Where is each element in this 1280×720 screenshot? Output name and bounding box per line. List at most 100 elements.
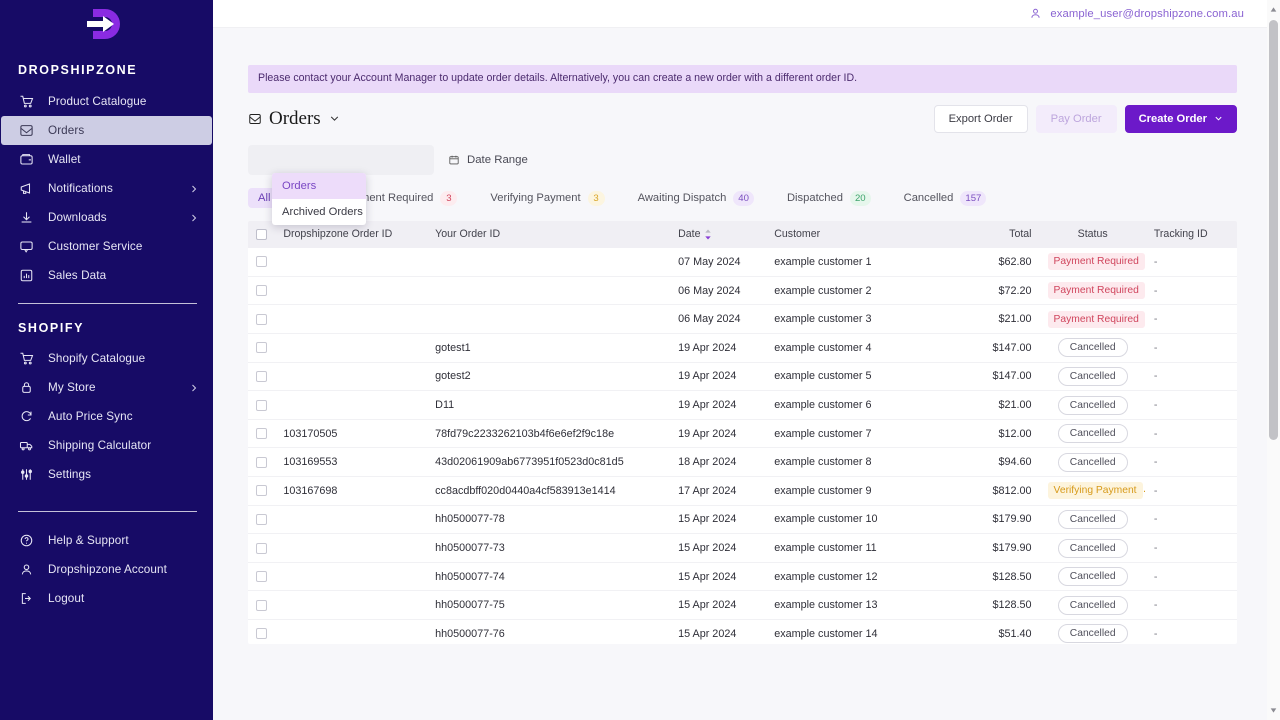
cell-customer: example customer 11 — [766, 533, 954, 563]
sidebar-item-downloads[interactable]: Downloads — [0, 203, 213, 232]
table-row[interactable]: gotest1 19 Apr 2024 example customer 4 $147… — [248, 333, 1237, 363]
sidebar-item-product-catalogue[interactable]: Product Catalogue — [0, 87, 213, 116]
orders-type-dropdown-menu: Orders Archived Orders — [272, 172, 366, 225]
row-select-cell — [248, 619, 276, 644]
cell-total: $21.00 — [953, 304, 1040, 335]
row-select-cell — [248, 276, 276, 306]
row-checkbox[interactable] — [256, 456, 267, 468]
megaphone-icon — [18, 180, 35, 197]
cell-status: Cancelled — [1039, 505, 1146, 535]
status-tab-awaiting-dispatch[interactable]: Awaiting Dispatch 40 — [628, 187, 764, 210]
table-row[interactable]: D11 19 Apr 2024 example customer 6 $21.00 Ca… — [248, 390, 1237, 420]
table-row[interactable]: hh0500077-76 15 Apr 2024 example customer … — [248, 619, 1237, 644]
table-row[interactable]: 06 May 2024 example customer 3 $21.00 Payme… — [248, 304, 1237, 335]
scroll-up-arrow-icon[interactable] — [1270, 6, 1277, 13]
table-row[interactable]: 07 May 2024 example customer 1 $62.80 Payme… — [248, 247, 1237, 277]
cell-your-order-id: gotest2 — [427, 362, 671, 392]
col-tracking-id[interactable]: Tracking ID — [1145, 220, 1237, 248]
col-dropshipzone-order-id[interactable]: Dropshipzone Order ID — [275, 220, 428, 248]
user-account-chip[interactable]: example_user@dropshipzone.com.au — [1029, 7, 1244, 20]
status-badge: Cancelled — [1057, 509, 1128, 529]
row-checkbox[interactable] — [256, 513, 267, 525]
date-range-picker[interactable]: Date Range — [448, 154, 528, 166]
select-all-checkbox[interactable] — [256, 228, 267, 240]
row-checkbox[interactable] — [256, 428, 267, 440]
scrollbar-thumb[interactable] — [1269, 20, 1278, 440]
logout-icon — [18, 590, 35, 607]
vertical-scrollbar[interactable] — [1267, 0, 1280, 720]
status-tab-dispatched[interactable]: Dispatched 20 — [777, 187, 881, 210]
col-total[interactable]: Total — [953, 220, 1040, 248]
dropdown-item-orders[interactable]: Orders — [272, 172, 366, 199]
sidebar-item-label: Notifications — [48, 182, 113, 195]
cell-tracking-id: - — [1145, 390, 1237, 420]
sidebar-item-label: Shipping Calculator — [48, 439, 152, 452]
orders-title-dropdown-trigger[interactable]: Orders — [248, 108, 340, 130]
cell-dropshipzone-order-id — [275, 505, 428, 535]
col-status[interactable]: Status — [1039, 220, 1146, 248]
cell-dropshipzone-order-id — [275, 390, 428, 420]
table-row[interactable]: hh0500077-75 15 Apr 2024 example customer … — [248, 590, 1237, 620]
export-order-button[interactable]: Export Order — [933, 104, 1028, 133]
sidebar-item-logout[interactable]: Logout — [0, 584, 213, 613]
col-your-order-id[interactable]: Your Order ID — [427, 220, 671, 248]
cell-your-order-id: hh0500077-75 — [427, 590, 671, 620]
table-row[interactable]: 103169553 43d02061909ab6773951f0523d0c81d… — [248, 447, 1237, 478]
row-checkbox[interactable] — [256, 571, 267, 583]
cell-date: 15 Apr 2024 — [670, 562, 767, 592]
sidebar-item-orders[interactable]: Orders — [1, 116, 212, 145]
table-row[interactable]: hh0500077-78 15 Apr 2024 example customer … — [248, 505, 1237, 535]
cell-status: Payment Required — [1039, 304, 1146, 335]
table-row[interactable]: gotest2 19 Apr 2024 example customer 5 $147… — [248, 362, 1237, 392]
cell-total: $147.00 — [953, 362, 1040, 392]
row-checkbox[interactable] — [256, 313, 267, 325]
pay-order-button[interactable]: Pay Order — [1035, 104, 1117, 133]
row-checkbox[interactable] — [256, 628, 267, 640]
sidebar-item-auto-price-sync[interactable]: Auto Price Sync — [0, 402, 213, 431]
row-checkbox[interactable] — [256, 370, 267, 382]
sidebar-item-notifications[interactable]: Notifications — [0, 174, 213, 203]
sidebar-item-label: Settings — [48, 468, 92, 481]
row-select-cell — [248, 447, 276, 478]
dropdown-item-archived-orders[interactable]: Archived Orders — [272, 199, 366, 225]
sidebar-item-sales-data[interactable]: Sales Data — [0, 261, 213, 290]
cell-your-order-id: cc8acdbff020d0440a4cf583913e1414 — [427, 476, 671, 506]
create-order-button[interactable]: Create Order — [1124, 104, 1237, 133]
sidebar-item-my-store[interactable]: My Store — [0, 373, 213, 402]
table-row[interactable]: hh0500077-74 15 Apr 2024 example customer … — [248, 562, 1237, 592]
search-input[interactable] — [248, 144, 434, 175]
cell-dropshipzone-order-id: 103167698 — [275, 476, 428, 506]
row-checkbox[interactable] — [256, 285, 267, 297]
row-select-cell — [248, 390, 276, 420]
cell-total: $21.00 — [953, 390, 1040, 420]
sidebar-item-wallet[interactable]: Wallet — [0, 145, 213, 174]
col-customer[interactable]: Customer — [766, 220, 954, 248]
row-checkbox[interactable] — [256, 342, 267, 354]
row-checkbox[interactable] — [256, 485, 267, 497]
col-date[interactable]: Date — [670, 220, 767, 248]
row-checkbox[interactable] — [256, 599, 267, 611]
banner-text: Please contact your Account Manager to u… — [258, 72, 858, 84]
table-row[interactable]: 103167698 cc8acdbff020d0440a4cf583913e141… — [248, 476, 1237, 506]
status-tab-verifying-payment[interactable]: Verifying Payment 3 — [480, 187, 614, 210]
cell-date: 06 May 2024 — [670, 304, 767, 335]
sidebar-item-help-support[interactable]: Help & Support — [0, 526, 213, 555]
scroll-down-arrow-icon[interactable] — [1270, 707, 1277, 714]
app-root: DROPSHIPZONE Product Catalogue Orders Wa… — [0, 0, 1280, 720]
row-checkbox[interactable] — [256, 256, 267, 268]
cell-your-order-id — [427, 247, 671, 277]
sidebar-item-shipping-calculator[interactable]: Shipping Calculator — [0, 431, 213, 460]
row-checkbox[interactable] — [256, 542, 267, 554]
status-tab-cancelled[interactable]: Cancelled 157 — [894, 187, 997, 210]
table-row[interactable]: 06 May 2024 example customer 2 $72.20 Payme… — [248, 276, 1237, 306]
table-row[interactable]: 103170505 78fd79c2233262103b4f6e6ef2f9c18… — [248, 419, 1237, 449]
row-checkbox[interactable] — [256, 399, 267, 411]
cell-dropshipzone-order-id — [275, 590, 428, 620]
sidebar-item-dropshipzone-account[interactable]: Dropshipzone Account — [0, 555, 213, 584]
cell-your-order-id — [427, 276, 671, 306]
sidebar-item-customer-service[interactable]: Customer Service — [0, 232, 213, 261]
logo-area[interactable] — [0, 0, 213, 47]
table-row[interactable]: hh0500077-73 15 Apr 2024 example customer … — [248, 533, 1237, 563]
sidebar-item-shopify-catalogue[interactable]: Shopify Catalogue — [0, 344, 213, 373]
sidebar-item-settings[interactable]: Settings — [0, 460, 213, 489]
